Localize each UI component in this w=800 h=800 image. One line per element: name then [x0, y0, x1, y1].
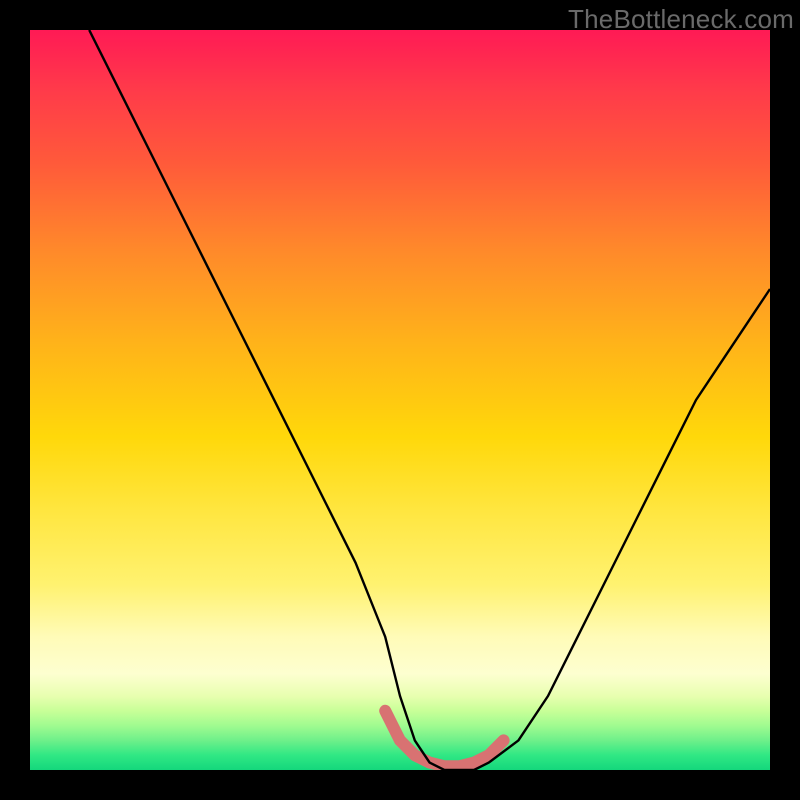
plot-area [30, 30, 770, 770]
basin-highlight-path [385, 711, 503, 767]
attribution-text: TheBottleneck.com [568, 4, 794, 35]
chart-frame: TheBottleneck.com [0, 0, 800, 800]
curve-layer [30, 30, 770, 770]
bottleneck-curve-path [89, 30, 770, 770]
